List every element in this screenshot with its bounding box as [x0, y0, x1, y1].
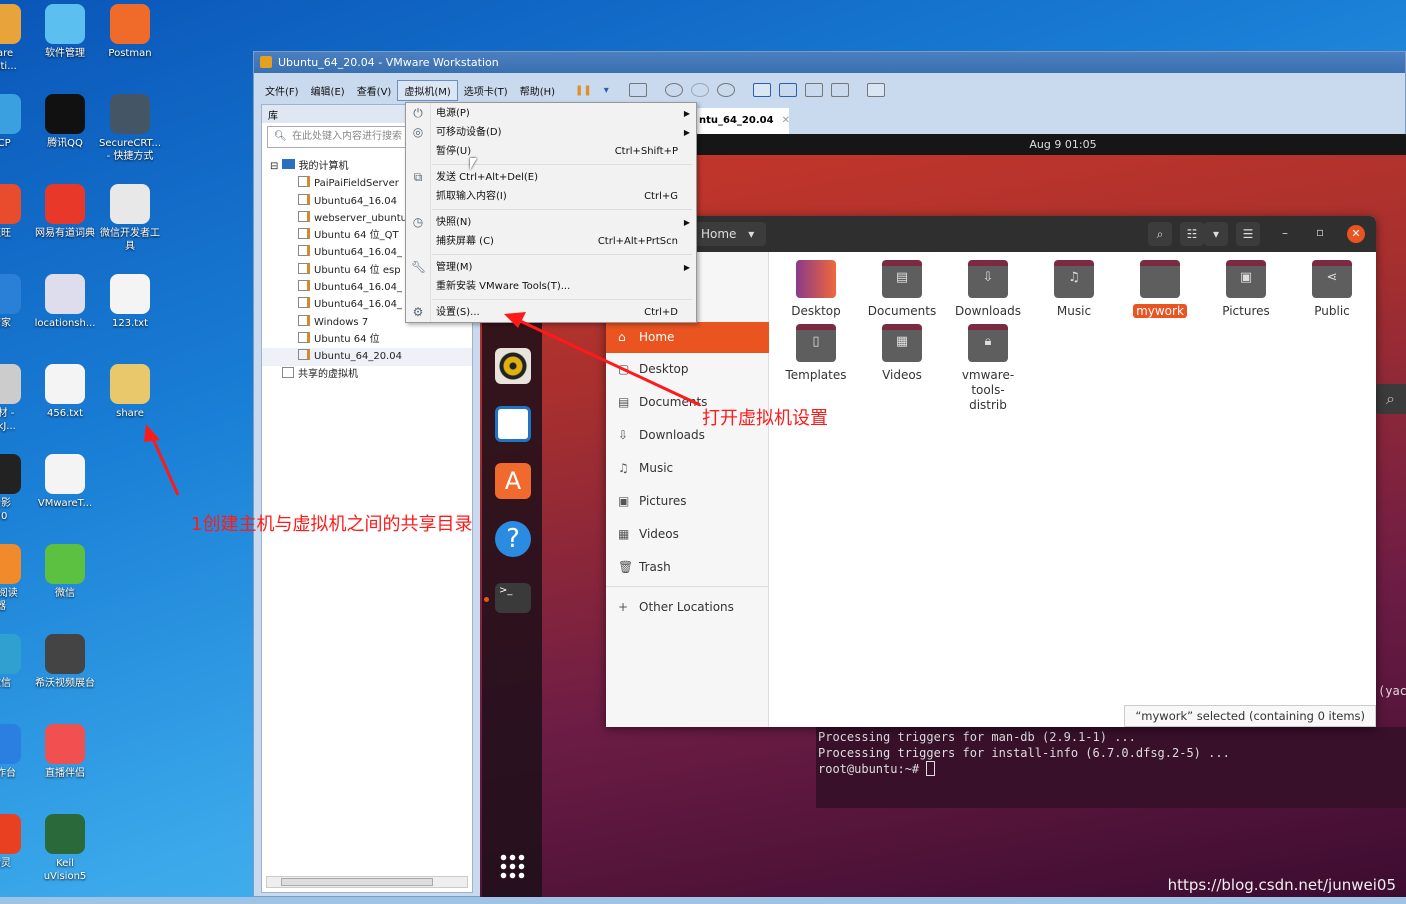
- arrow-to-share: [148, 431, 180, 496]
- arrowhead-share: [144, 424, 160, 442]
- annotation-open-settings: 打开虚拟机设置: [702, 408, 828, 429]
- watermark: https://blog.csdn.net/junwei05: [1167, 876, 1396, 894]
- annotation-shared-folder: 1创建主机与虚拟机之间的共享目录: [191, 514, 473, 535]
- arrow-to-settings: [517, 318, 701, 407]
- annotation-arrows: [144, 312, 701, 496]
- arrowhead-settings: [504, 312, 526, 328]
